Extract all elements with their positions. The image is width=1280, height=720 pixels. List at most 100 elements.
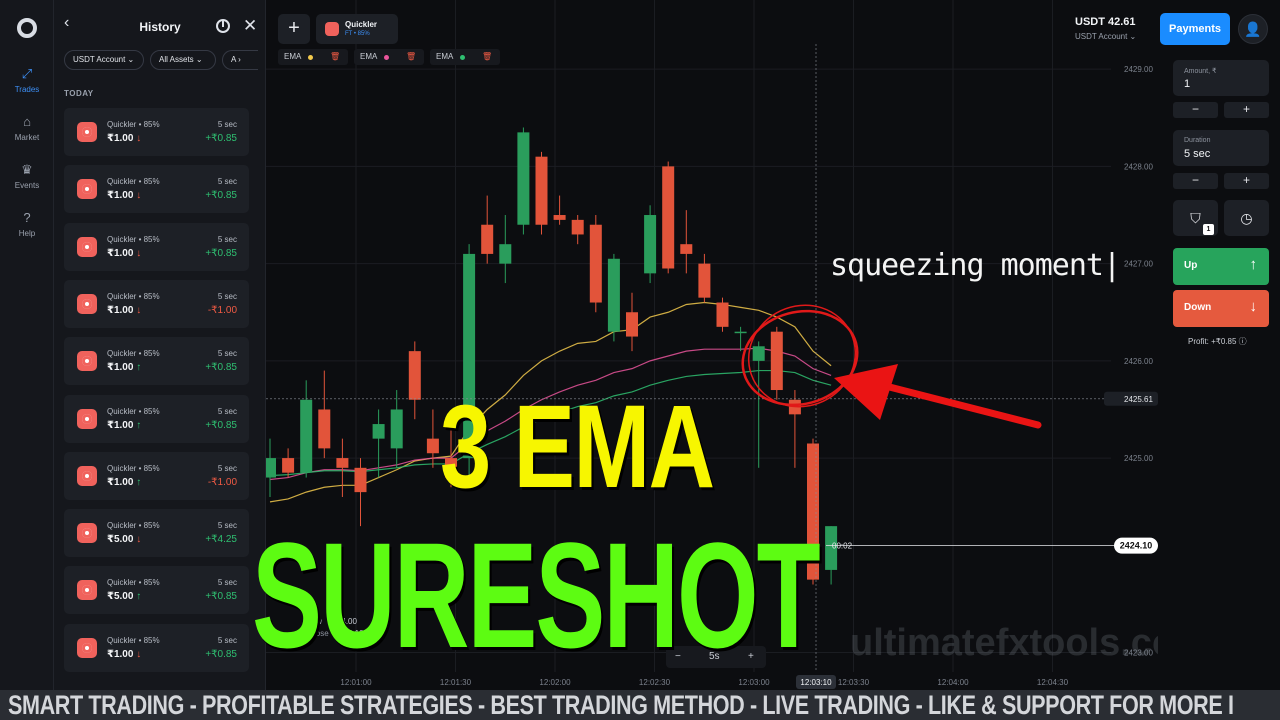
quickler-asset-icon <box>77 465 97 486</box>
indicator-ema-1[interactable]: EMA 🗑 <box>278 49 348 65</box>
arrow-up-icon: ↑ <box>1249 256 1258 273</box>
y-tick-label: 2429.00 <box>1124 65 1153 74</box>
quickler-asset-icon <box>77 523 97 544</box>
filter-more[interactable]: A › <box>222 50 258 70</box>
trade-item[interactable]: Quickler • 85% ₹1.00 ↓ 5 sec -₹1.00 <box>64 279 249 328</box>
trade-item[interactable]: Quickler • 85% ₹1.00 ↓ 5 sec +₹0.85 <box>64 108 249 156</box>
trade-amount: ₹1.00 ↑ <box>107 477 141 488</box>
trade-item[interactable]: Quickler • 85% ₹5.00 ↓ 5 sec +₹4.25 <box>64 509 249 558</box>
candle-body <box>408 351 421 400</box>
candle-body <box>680 244 693 254</box>
indicator-color-dot <box>308 55 313 60</box>
trade-duration: 5 sec <box>217 635 237 645</box>
user-avatar-icon[interactable]: 👤 <box>1238 14 1268 44</box>
candle-body <box>481 224 494 254</box>
duration-decrease-button[interactable]: − <box>1173 173 1218 189</box>
down-button[interactable]: Down ↓ <box>1173 290 1269 327</box>
x-tick-label: 12:04:30 <box>1037 678 1069 687</box>
amount-value[interactable]: 1 <box>1184 78 1190 90</box>
current-price-label: 2424.10 <box>1120 541 1153 551</box>
duration-increase-button[interactable]: + <box>1224 173 1269 189</box>
trash-icon[interactable]: 🗑 <box>406 49 416 65</box>
filter-assets[interactable]: All Assets ⌄ <box>150 50 216 70</box>
filter-label: A <box>231 55 236 64</box>
trade-item[interactable]: Quickler • 85% ₹1.00 ↑ 5 sec -₹1.00 <box>64 451 249 500</box>
clock-icon: ◷ <box>1240 210 1253 226</box>
shield-button[interactable]: ⛉ 1 <box>1173 200 1218 236</box>
down-label: Down <box>1184 302 1212 313</box>
amount-decrease-button[interactable]: − <box>1173 102 1218 118</box>
add-asset-button[interactable]: + <box>278 14 310 44</box>
quickler-asset-icon <box>77 122 97 142</box>
asset-tab-quickler[interactable]: Quickler FT • 85% <box>316 14 398 44</box>
direction-arrow-icon: ↓ <box>136 190 142 202</box>
account-selector[interactable]: USDT Account ⌄ <box>1075 32 1136 41</box>
nav-item-market[interactable]: ⌂ Market <box>0 114 54 142</box>
trade-item[interactable]: Quickler • 85% ₹1.00 ↓ 5 sec +₹0.85 <box>64 165 249 214</box>
close-icon[interactable]: ✕ <box>243 16 257 36</box>
trophy-icon: ♛ <box>21 162 33 177</box>
filter-account[interactable]: USDT Account ⌄ <box>64 50 144 70</box>
duration-value[interactable]: 5 sec <box>1184 148 1210 160</box>
quickler-asset-icon <box>77 179 97 200</box>
trade-amount: ₹1.00 ↓ <box>107 649 141 660</box>
nav-label: Help <box>18 229 36 238</box>
nav-item-trades[interactable]: ⤢ Trades <box>0 66 54 94</box>
candle-body <box>517 132 530 225</box>
direction-arrow-icon: ↓ <box>136 247 142 259</box>
countdown-label: 00:02 <box>832 542 853 551</box>
history-header: ‹ History ✕ <box>54 0 266 44</box>
quickler-asset-icon <box>77 351 97 372</box>
trash-icon[interactable]: 🗑 <box>482 49 492 65</box>
timer-button[interactable]: ◷ <box>1224 200 1269 236</box>
up-button[interactable]: Up ↑ <box>1173 248 1269 285</box>
trade-amount: ₹5.00 ↓ <box>107 534 141 545</box>
trade-item[interactable]: Quickler • 85% ₹1.00 ↑ 5 sec +₹0.85 <box>64 337 249 386</box>
trade-item[interactable]: Quickler • 85% ₹1.00 ↓ 5 sec +₹0.85 <box>64 623 249 672</box>
candle-body <box>626 312 638 337</box>
direction-arrow-icon: ↓ <box>136 133 142 144</box>
indicator-ema-3[interactable]: EMA 🗑 <box>430 49 500 65</box>
candle-body <box>716 302 729 327</box>
trade-amount: ₹1.00 ↓ <box>107 190 141 201</box>
filter-label: USDT Account <box>73 55 126 64</box>
brand-logo-icon[interactable] <box>17 18 37 38</box>
duration-label: Duration <box>1184 137 1211 144</box>
trade-asset: Quickler • 85% <box>107 406 160 416</box>
trade-item[interactable]: Quickler • 85% ₹1.00 ↑ 5 sec +₹0.85 <box>64 394 249 443</box>
trade-profit: +₹0.85 <box>205 362 237 374</box>
nav-rail: ⤢ Trades ⌂ Market ♛ Events ? Help <box>0 0 54 690</box>
trade-asset: Quickler • 85% <box>107 521 160 531</box>
candle-body <box>266 458 276 478</box>
amount-increase-button[interactable]: + <box>1224 102 1269 118</box>
trade-amount-value: ₹1.00 <box>107 133 134 144</box>
amount-field[interactable]: Amount, ₹ 1 <box>1173 60 1269 96</box>
trade-duration: 5 sec <box>217 349 237 359</box>
trade-amount-value: ₹1.00 <box>107 190 134 202</box>
nav-item-help[interactable]: ? Help <box>0 210 54 238</box>
balance[interactable]: USDT 42.61 <box>1075 16 1136 28</box>
trade-amount-value: ₹1.00 <box>107 247 134 259</box>
candle-body <box>734 331 747 334</box>
x-tick-label: 12:04:00 <box>937 678 969 687</box>
pie-chart-icon[interactable] <box>216 19 230 33</box>
nav-item-events[interactable]: ♛ Events <box>0 162 54 190</box>
candle-body <box>336 458 349 468</box>
trade-amount: ₹5.00 ↑ <box>107 591 141 602</box>
indicator-label: EMA <box>284 52 302 61</box>
trade-amount: ₹1.00 ↑ <box>107 362 141 373</box>
x-tick-label: 12:03:30 <box>838 678 870 687</box>
trade-item[interactable]: Quickler • 85% ₹5.00 ↑ 5 sec +₹0.85 <box>64 566 249 615</box>
payments-button[interactable]: Payments <box>1160 13 1230 45</box>
direction-arrow-icon: ↓ <box>136 648 142 660</box>
candle-body <box>752 346 765 361</box>
profit-info: Profit: +₹0.85 ⓘ <box>1188 337 1247 346</box>
quickler-asset-icon <box>77 637 97 658</box>
duration-field[interactable]: Duration 5 sec <box>1173 130 1269 166</box>
trade-duration: 5 sec <box>217 578 237 588</box>
indicator-ema-2[interactable]: EMA 🗑 <box>354 49 424 65</box>
trade-item[interactable]: Quickler • 85% ₹1.00 ↓ 5 sec +₹0.85 <box>64 222 249 271</box>
candle-body <box>607 258 620 332</box>
trash-icon[interactable]: 🗑 <box>330 49 340 65</box>
amount-label: Amount, ₹ <box>1184 68 1217 75</box>
